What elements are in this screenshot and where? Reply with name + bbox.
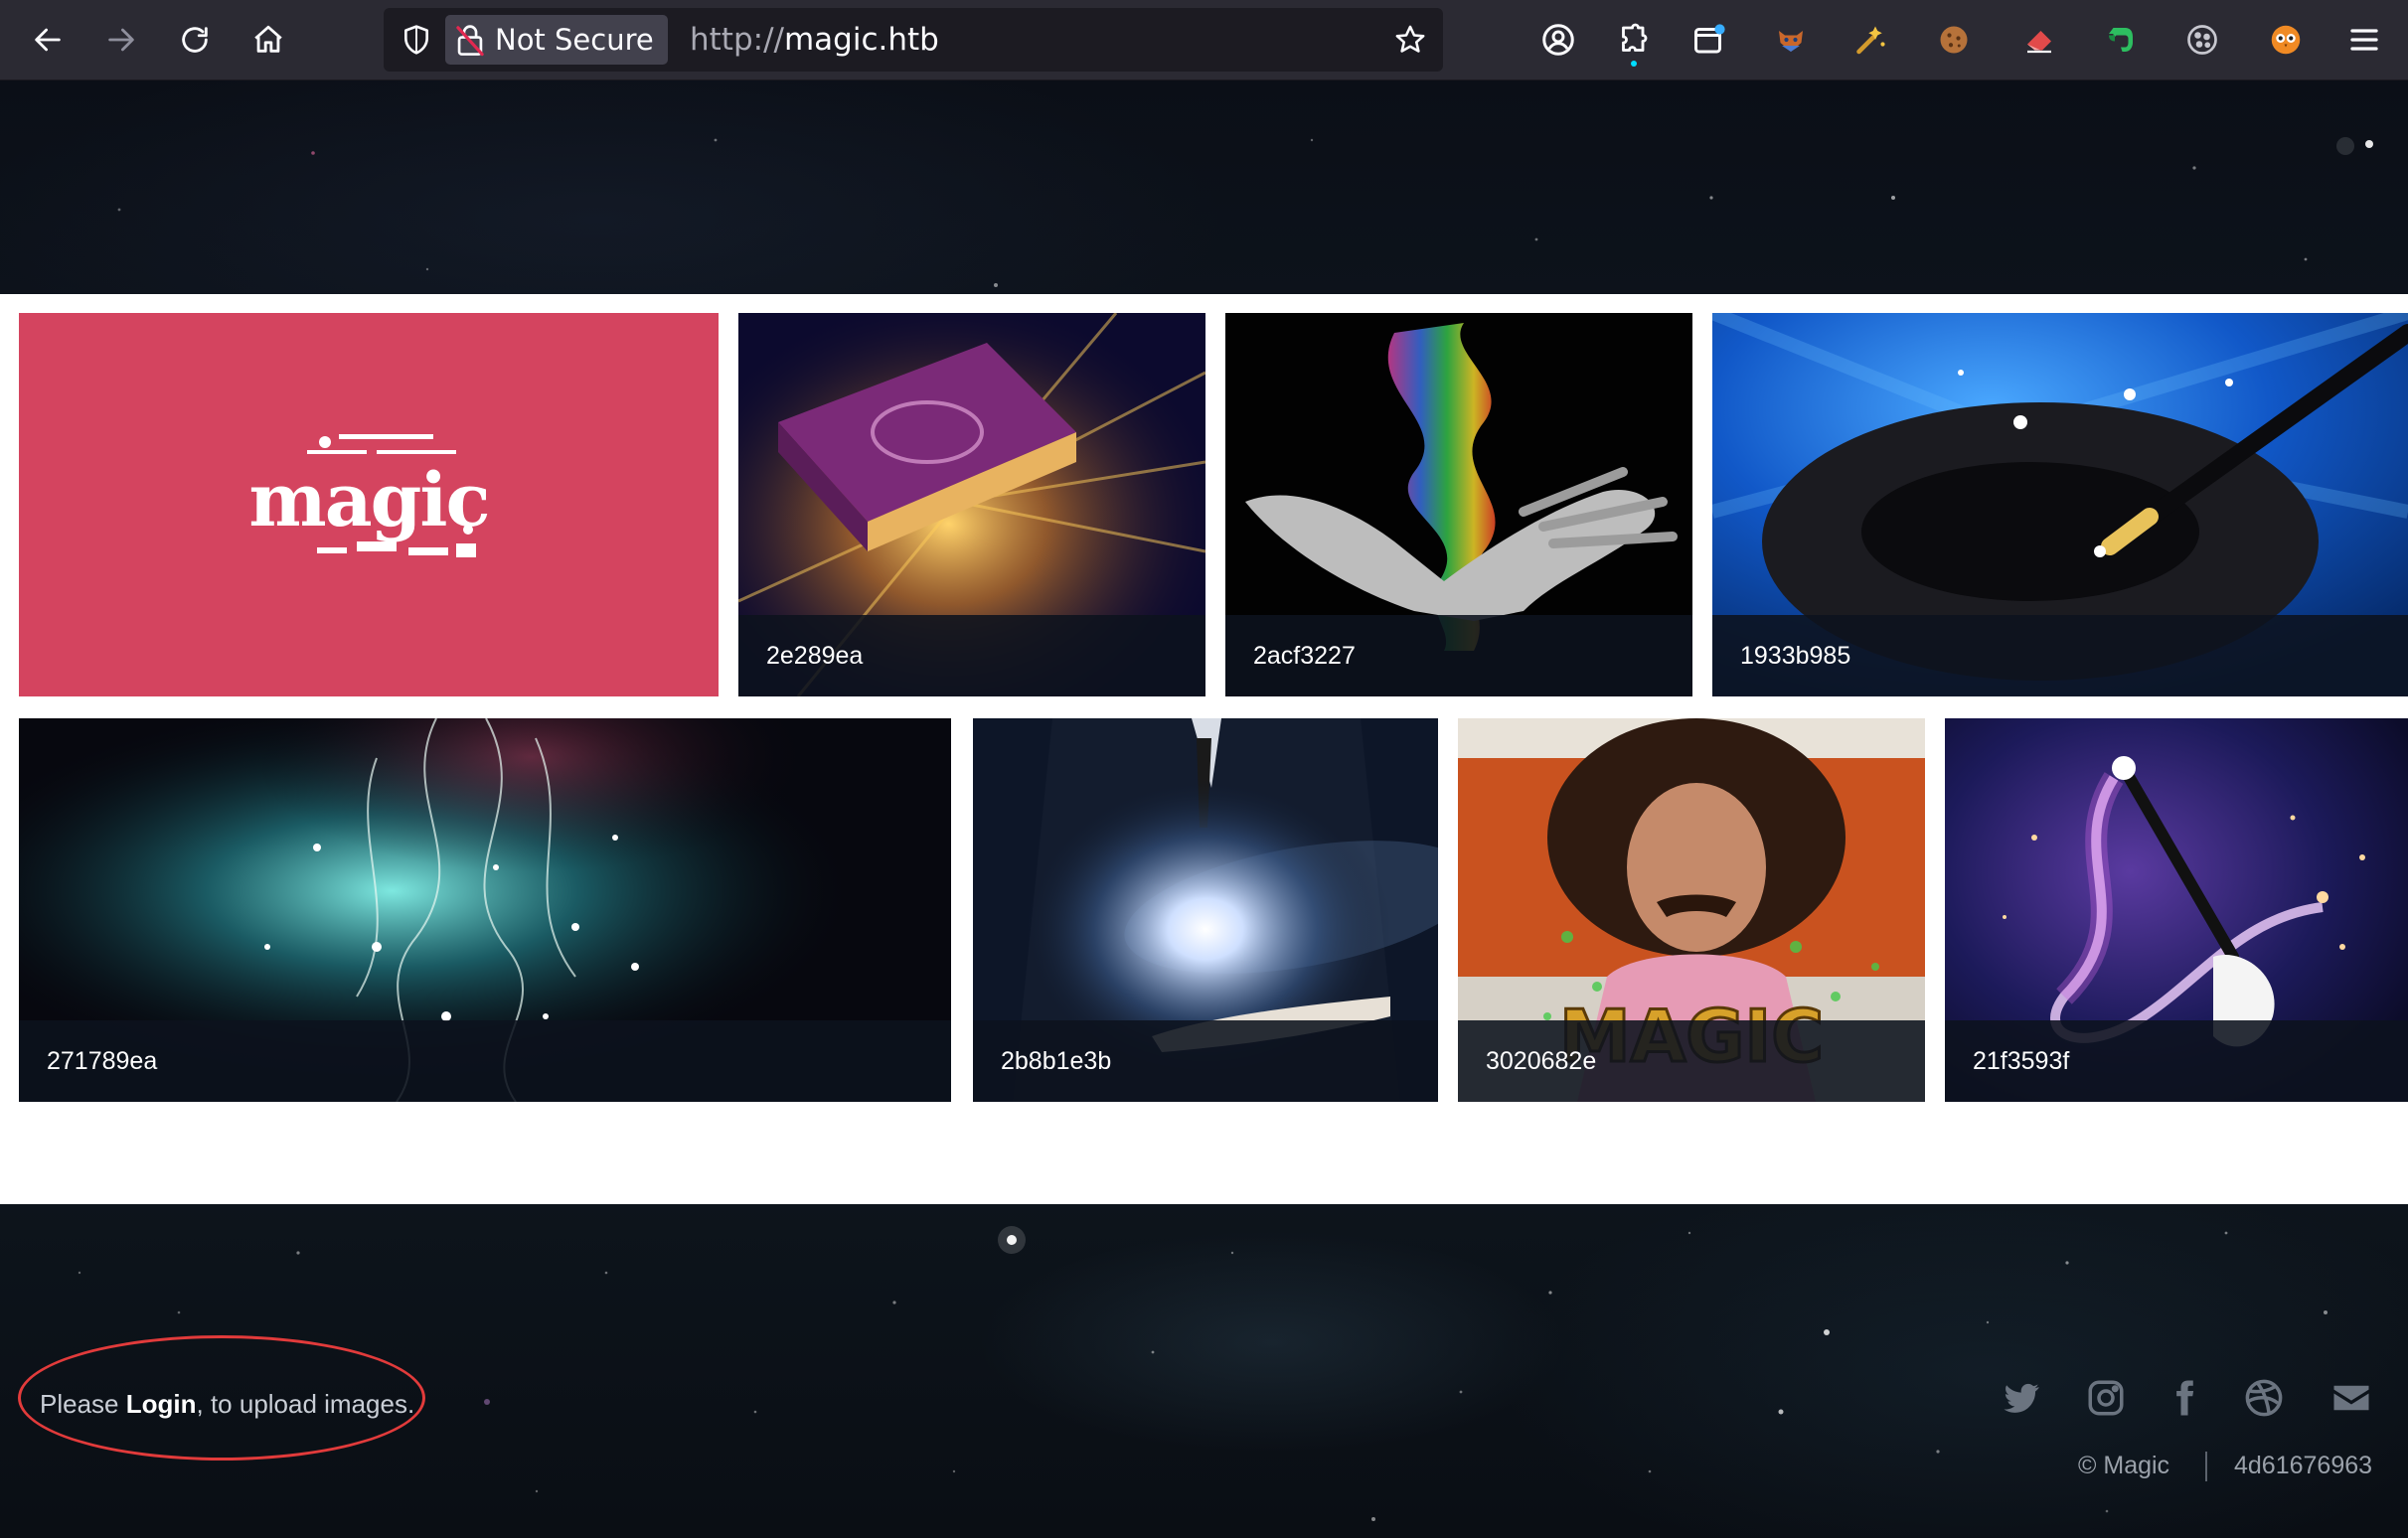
tracking-protection-shield-icon[interactable] <box>396 19 437 61</box>
facebook-icon <box>2176 1380 2194 1416</box>
address-bar[interactable]: Not Secure http://magic.htb <box>384 8 1443 72</box>
elephant-icon <box>2109 28 2133 52</box>
owl-icon <box>2271 25 2301 55</box>
arrow-right-icon <box>108 28 134 52</box>
browser-toolbar: Not Secure http://magic.htb <box>0 0 2408 80</box>
account-button[interactable] <box>1534 16 1582 64</box>
extension-hackbar-button[interactable] <box>2262 16 2310 64</box>
login-prompt-suffix: , to upload images. <box>196 1389 415 1419</box>
back-button[interactable] <box>22 14 74 66</box>
extension-cookie-manager-button[interactable] <box>2178 16 2226 64</box>
gallery-tile[interactable]: 2acf3227 <box>1225 313 1692 696</box>
facebook-link[interactable] <box>2162 1375 2207 1421</box>
extension-evernote-button[interactable] <box>2097 16 2145 64</box>
tile-caption: 2e289ea <box>738 615 1205 696</box>
envelope-icon <box>2333 1385 2369 1411</box>
insecure-lock-icon <box>456 25 484 57</box>
eraser-icon <box>2027 31 2051 54</box>
cookie-outline-icon <box>2187 25 2217 55</box>
instagram-link[interactable] <box>2083 1375 2129 1421</box>
page-background: magic 2e289ea 2acf3227 1933b985 271789ea… <box>0 80 2408 1538</box>
hamburger-menu-icon <box>2350 29 2378 51</box>
tile-caption: 1933b985 <box>1712 615 2408 696</box>
twitter-icon <box>2004 1383 2039 1413</box>
gallery-tile[interactable]: MAGIC 3020682e <box>1458 718 1925 1102</box>
url-field[interactable]: http://magic.htb <box>690 8 939 72</box>
app-menu-button[interactable] <box>2340 16 2388 64</box>
gallery-tile[interactable]: 2e289ea <box>738 313 1205 696</box>
not-secure-label: Not Secure <box>495 23 654 57</box>
login-prompt-prefix: Please <box>40 1389 126 1419</box>
login-link[interactable]: Login <box>126 1389 197 1419</box>
build-id-text: 4d61676963 <box>2234 1452 2373 1479</box>
tile-caption: 2acf3227 <box>1225 615 1692 696</box>
extension-eraser-button[interactable] <box>2015 16 2063 64</box>
email-link[interactable] <box>2328 1375 2374 1421</box>
container-icon <box>1694 24 1725 54</box>
gallery-tile[interactable]: 2b8b1e3b <box>973 718 1438 1102</box>
container-tab-button[interactable] <box>1686 16 1733 64</box>
instagram-icon <box>2088 1380 2124 1416</box>
twitter-link[interactable] <box>1999 1375 2044 1421</box>
tile-caption: 2b8b1e3b <box>973 1020 1438 1102</box>
copyright-text: © Magic <box>2078 1452 2170 1479</box>
gallery-tile-logo[interactable]: magic <box>19 313 719 696</box>
extensions-button[interactable] <box>1610 16 1658 67</box>
reload-icon <box>182 27 208 53</box>
svg-text:magic: magic <box>248 458 488 543</box>
extension-update-dot <box>1631 61 1637 67</box>
wand-icon <box>1856 26 1885 55</box>
cookie-icon <box>1940 26 1968 54</box>
gallery-tile[interactable]: 1933b985 <box>1712 313 2408 696</box>
reload-button[interactable] <box>169 14 221 66</box>
image-gallery: magic 2e289ea 2acf3227 1933b985 271789ea… <box>0 294 2408 1204</box>
magic-logo-icon: magic <box>248 434 491 557</box>
dribbble-icon <box>2245 1379 2283 1417</box>
not-secure-indicator[interactable]: Not Secure <box>445 15 668 65</box>
gallery-tile[interactable]: 21f3593f <box>1945 718 2408 1102</box>
tile-caption: 21f3593f <box>1945 1020 2408 1102</box>
tile-caption: 3020682e <box>1458 1020 1925 1102</box>
account-icon <box>1542 24 1574 56</box>
gallery-tile[interactable]: 271789ea <box>19 718 951 1102</box>
login-prompt: Please Login, to upload images. <box>40 1389 414 1420</box>
forward-button[interactable] <box>95 14 147 66</box>
dribbble-link[interactable] <box>2241 1375 2287 1421</box>
star-icon <box>1395 25 1425 53</box>
url-host: magic.htb <box>783 22 939 58</box>
extension-wappalyzer-button[interactable] <box>1848 16 1896 64</box>
home-icon <box>254 25 282 53</box>
url-scheme: http:// <box>690 22 784 58</box>
puzzle-icon <box>1622 23 1648 52</box>
arrow-left-icon <box>35 28 61 52</box>
tile-caption: 271789ea <box>19 1020 951 1102</box>
bookmark-star-button[interactable] <box>1387 17 1433 63</box>
fox-icon <box>1779 31 1803 52</box>
home-button[interactable] <box>242 14 294 66</box>
extension-cookie-editor-button[interactable] <box>1930 16 1978 64</box>
footer-divider <box>2205 1452 2207 1481</box>
extension-foxyproxy-button[interactable] <box>1767 16 1815 64</box>
